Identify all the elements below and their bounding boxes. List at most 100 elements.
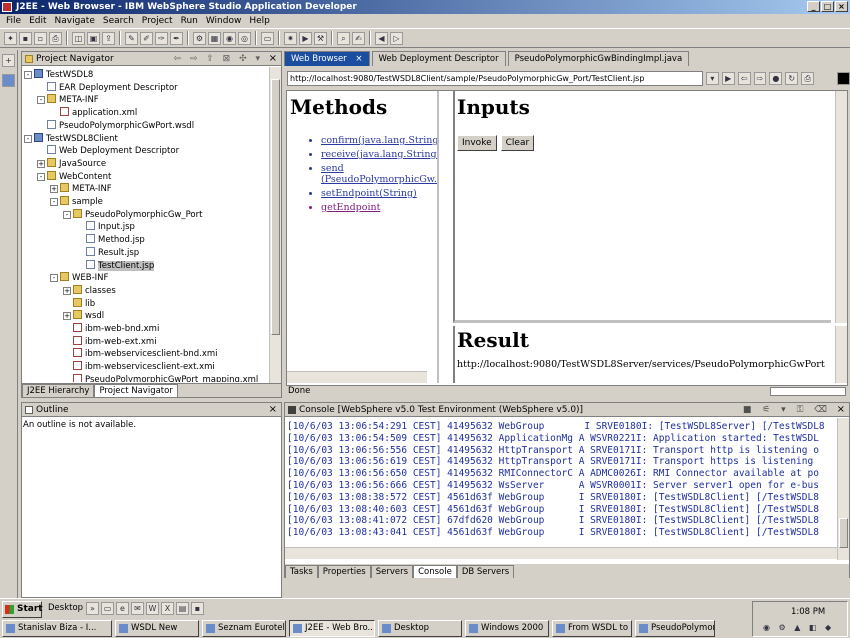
j2ee-perspective-icon[interactable] [2, 74, 15, 87]
tab-binding-impl[interactable]: PseudoPolymorphicGwBindingImpl.java [507, 51, 690, 66]
save-all-icon[interactable]: ▫ [34, 31, 47, 45]
start-button[interactable]: Start [2, 601, 43, 618]
expand-icon[interactable]: + [50, 185, 58, 194]
clear-button[interactable]: Clear [500, 135, 535, 151]
class-icon[interactable]: ◉ [223, 31, 236, 45]
run-icon[interactable]: ▶ [299, 31, 312, 45]
tree-item[interactable]: PseudoPolymorphicGwPort.wsdl [24, 119, 269, 133]
tree-item[interactable]: TestClient.jsp [24, 259, 269, 273]
tree-item[interactable]: - sample [24, 196, 269, 209]
back-icon[interactable]: ◀ [375, 31, 388, 45]
print-icon[interactable]: ⎙ [801, 71, 815, 85]
save-icon[interactable]: ▪ [19, 31, 32, 45]
methods-scrollbar-h[interactable] [287, 371, 427, 383]
close-icon[interactable]: × [269, 52, 277, 66]
arrow-icon[interactable]: » [86, 602, 99, 615]
invoke-button[interactable]: Invoke [457, 135, 497, 151]
collapse-icon[interactable]: - [50, 198, 58, 207]
close-button[interactable]: × [835, 1, 848, 12]
page-icon[interactable]: ▭ [261, 31, 274, 45]
method-link-send[interactable]: send [321, 163, 437, 174]
wizard3-icon[interactable]: ✑ [155, 31, 168, 45]
collapse-icon[interactable]: - [24, 134, 32, 143]
inputs-scrollbar[interactable] [835, 91, 847, 323]
print-icon[interactable]: ⎙ [49, 31, 62, 45]
forward-icon[interactable]: ▷ [390, 31, 403, 45]
url-input[interactable]: http://localhost:9080/TestWSDL8Client/sa… [287, 70, 703, 86]
collapse-icon[interactable]: - [50, 274, 58, 283]
tree-item[interactable]: - WebContent [24, 170, 269, 184]
console-toolbar-icons[interactable]: ■ ⚟ ▾ ⚿ ⌫ [743, 403, 831, 417]
task-button-from-wsdl[interactable]: From WSDL to ... [552, 620, 632, 637]
navigator-scrollbar[interactable] [269, 67, 281, 383]
menu-help[interactable]: Help [245, 16, 274, 26]
build-icon[interactable]: ⚙ [193, 31, 206, 45]
method-link-send-params[interactable]: (PseudoPolymorphicGw.I [321, 174, 437, 185]
tree-item[interactable]: ibm-webservicesclient-bnd.xmi [24, 348, 269, 361]
close-icon[interactable]: × [837, 403, 845, 417]
expand-icon[interactable]: + [37, 159, 45, 168]
tree-item[interactable]: - TestWSDL8 [24, 69, 269, 82]
tab-properties[interactable]: Properties [317, 565, 371, 578]
internet-explorer-icon[interactable]: e [116, 602, 129, 615]
result-scrollbar[interactable] [835, 326, 847, 383]
console-scrollbar-h[interactable] [285, 547, 837, 559]
package-icon[interactable]: ▦ [208, 31, 221, 45]
tab-servers[interactable]: Servers [370, 565, 414, 578]
folder-icon[interactable]: ▤ [176, 602, 189, 615]
refresh-icon[interactable]: ↻ [785, 71, 799, 85]
tree-item[interactable]: ibm-web-ext.xmi [24, 335, 269, 349]
forward-icon[interactable]: ⇨ [753, 71, 767, 85]
task-button-stanislav[interactable]: Stanislav Biza - I... [2, 620, 112, 637]
menu-search[interactable]: Search [99, 16, 138, 26]
minimize-button[interactable]: _ [807, 1, 820, 12]
collapse-icon[interactable]: - [37, 172, 45, 181]
go-icon[interactable]: ▶ [721, 71, 735, 85]
open-perspective-icon[interactable]: + [2, 54, 15, 67]
word-icon[interactable]: W [146, 602, 159, 615]
menu-file[interactable]: File [2, 16, 25, 26]
tab-tasks[interactable]: Tasks [285, 565, 318, 578]
excel-icon[interactable]: X [161, 602, 174, 615]
tab-web-deployment-descriptor[interactable]: Web Deployment Descriptor [371, 51, 506, 66]
tray-icons[interactable]: ◉ ⚙ ▲ ◧ ◆ [763, 623, 834, 632]
close-icon[interactable]: × [269, 403, 277, 417]
menu-navigate[interactable]: Navigate [51, 16, 99, 26]
tree-item[interactable]: Method.jsp [24, 234, 269, 247]
menu-run[interactable]: Run [177, 16, 202, 26]
console-output[interactable]: [10/6/03 13:06:54:291 CEST] 41495632 Web… [287, 421, 835, 555]
task-button-j2ee[interactable]: J2EE - Web Bro... [289, 620, 375, 637]
task-button-pseudopolymorp[interactable]: PseudoPolymorp... [635, 620, 715, 637]
expand-icon[interactable]: + [63, 286, 71, 295]
method-link-receive[interactable]: receive(java.lang.String) [321, 149, 437, 160]
external-tools-icon[interactable]: ⚒ [314, 31, 327, 45]
method-link-getendpoint[interactable]: getEndpoint [321, 202, 437, 213]
edit-icon[interactable]: ✍ [352, 31, 365, 45]
tab-console[interactable]: Console [413, 565, 457, 578]
tree-item[interactable]: - WEB-INF [24, 272, 269, 285]
maximize-button[interactable]: □ [821, 1, 834, 12]
tab-web-browser[interactable]: Web Browser × [284, 51, 370, 66]
new-icon[interactable]: ✦ [4, 31, 17, 45]
tree-item[interactable]: + wsdl [24, 310, 269, 323]
tree-item[interactable]: ibm-web-bnd.xmi [24, 323, 269, 336]
tree-item[interactable]: ibm-webservicesclient-ext.xmi [24, 361, 269, 374]
navigator-toolbar-icons[interactable]: ⇦ ⇨ ⇧ ⊠ ✣ ▾ [173, 52, 263, 66]
tree-item[interactable]: Web Deployment Descriptor [24, 145, 269, 158]
tree-item[interactable]: Input.jsp [24, 221, 269, 234]
search-icon[interactable]: ⌕ [337, 31, 350, 45]
tree-item[interactable]: + META-INF [24, 183, 269, 196]
task-button-windows-2000[interactable]: Windows 2000 [465, 620, 549, 637]
back-icon[interactable]: ⇦ [737, 71, 751, 85]
task-button-wsdl-new[interactable]: WSDL New [115, 620, 199, 637]
task-button-seznam[interactable]: Seznam Eurotel ... [202, 620, 286, 637]
tab-j2ee-hierarchy[interactable]: J2EE Hierarchy [22, 384, 95, 397]
tree-item[interactable]: PseudoPolymorphicGwPort_mapping.xml [24, 373, 269, 382]
tree-item[interactable]: + classes [24, 284, 269, 298]
collapse-icon[interactable]: - [24, 71, 32, 79]
tree-item[interactable]: application.xml [24, 107, 269, 120]
close-icon[interactable]: × [355, 54, 362, 64]
method-link-confirm[interactable]: confirm(java.lang.String) [321, 135, 437, 146]
tree-item[interactable]: + JavaSource [24, 157, 269, 171]
method-link-setendpoint[interactable]: setEndpoint(String) [321, 188, 437, 199]
